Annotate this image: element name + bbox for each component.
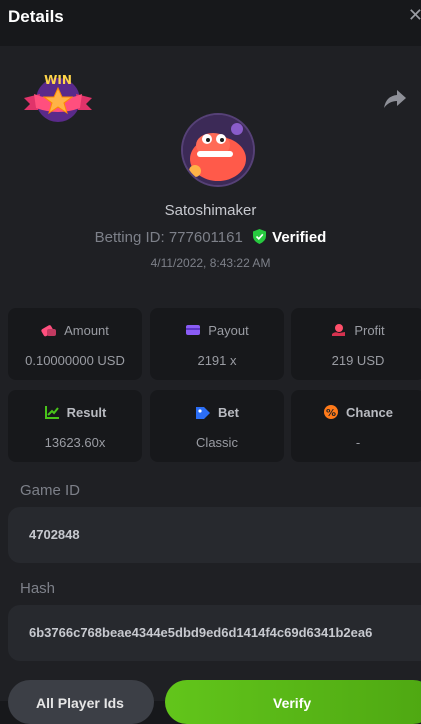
bet-card: Bet Classic bbox=[150, 390, 284, 462]
username: Satoshimaker bbox=[164, 202, 257, 219]
win-badge-icon: WIN bbox=[24, 73, 92, 122]
profit-card: Profit 219 USD bbox=[291, 308, 421, 380]
bet-value: Classic bbox=[196, 435, 238, 450]
profit-value: 219 USD bbox=[331, 353, 385, 368]
verified-shield-icon bbox=[252, 229, 266, 244]
payout-label: Payout bbox=[208, 323, 249, 338]
hash-value: 6b3766c768beae4344e5dbd9ed6d1414f4c69d63… bbox=[29, 625, 373, 640]
chance-icon: % bbox=[324, 405, 339, 419]
game-id-label: Game ID bbox=[20, 482, 81, 499]
profit-icon bbox=[332, 324, 346, 336]
result-card: Result 13623.60x bbox=[8, 390, 142, 462]
payout-card: Payout 2191 x bbox=[150, 308, 284, 380]
bet-date: 4/11/2022, 8:43:22 AM bbox=[150, 256, 271, 270]
result-label: Result bbox=[66, 405, 107, 420]
payout-value: 2191 x bbox=[197, 353, 237, 368]
avatar bbox=[181, 113, 255, 187]
verify-label: Verify bbox=[273, 695, 312, 711]
game-id-value: 4702848 bbox=[29, 527, 80, 542]
all-player-ids-label: All Player Ids bbox=[36, 695, 124, 711]
result-value: 13623.60x bbox=[44, 435, 106, 450]
amount-card: Amount 0.10000000 USD bbox=[8, 308, 142, 380]
betting-id-value: 777601161 bbox=[168, 229, 243, 246]
hash-label: Hash bbox=[20, 580, 56, 597]
payout-icon bbox=[186, 325, 201, 335]
betting-id-label: Betting ID: bbox=[94, 229, 165, 246]
hash-field[interactable]: 6b3766c768beae4344e5dbd9ed6d1414f4c69d63… bbox=[8, 605, 421, 661]
win-badge-text: WIN bbox=[44, 73, 72, 87]
amount-icon bbox=[41, 325, 57, 337]
betting-id-line: Betting ID: 777601161 Verified bbox=[0, 229, 421, 246]
chance-value: - bbox=[355, 435, 361, 450]
close-icon[interactable]: ✕ bbox=[408, 5, 421, 26]
verified-label: Verified bbox=[272, 229, 327, 246]
amount-label: Amount bbox=[64, 323, 109, 338]
bet-icon bbox=[196, 407, 211, 419]
svg-text:%: % bbox=[326, 408, 336, 419]
page-title: Details bbox=[8, 7, 64, 26]
bet-label: Bet bbox=[218, 405, 239, 420]
all-player-ids-button[interactable]: All Player Ids bbox=[8, 680, 154, 724]
header: Details ✕ bbox=[0, 0, 421, 46]
share-icon[interactable] bbox=[383, 88, 407, 110]
profit-label: Profit bbox=[354, 323, 385, 338]
result-icon bbox=[44, 406, 59, 419]
verify-button[interactable]: Verify bbox=[165, 680, 421, 724]
amount-value: 0.10000000 USD bbox=[25, 353, 125, 368]
game-id-field[interactable]: 4702848 bbox=[8, 507, 421, 563]
chance-label: Chance bbox=[346, 405, 393, 420]
chance-card: % Chance - bbox=[291, 390, 421, 462]
